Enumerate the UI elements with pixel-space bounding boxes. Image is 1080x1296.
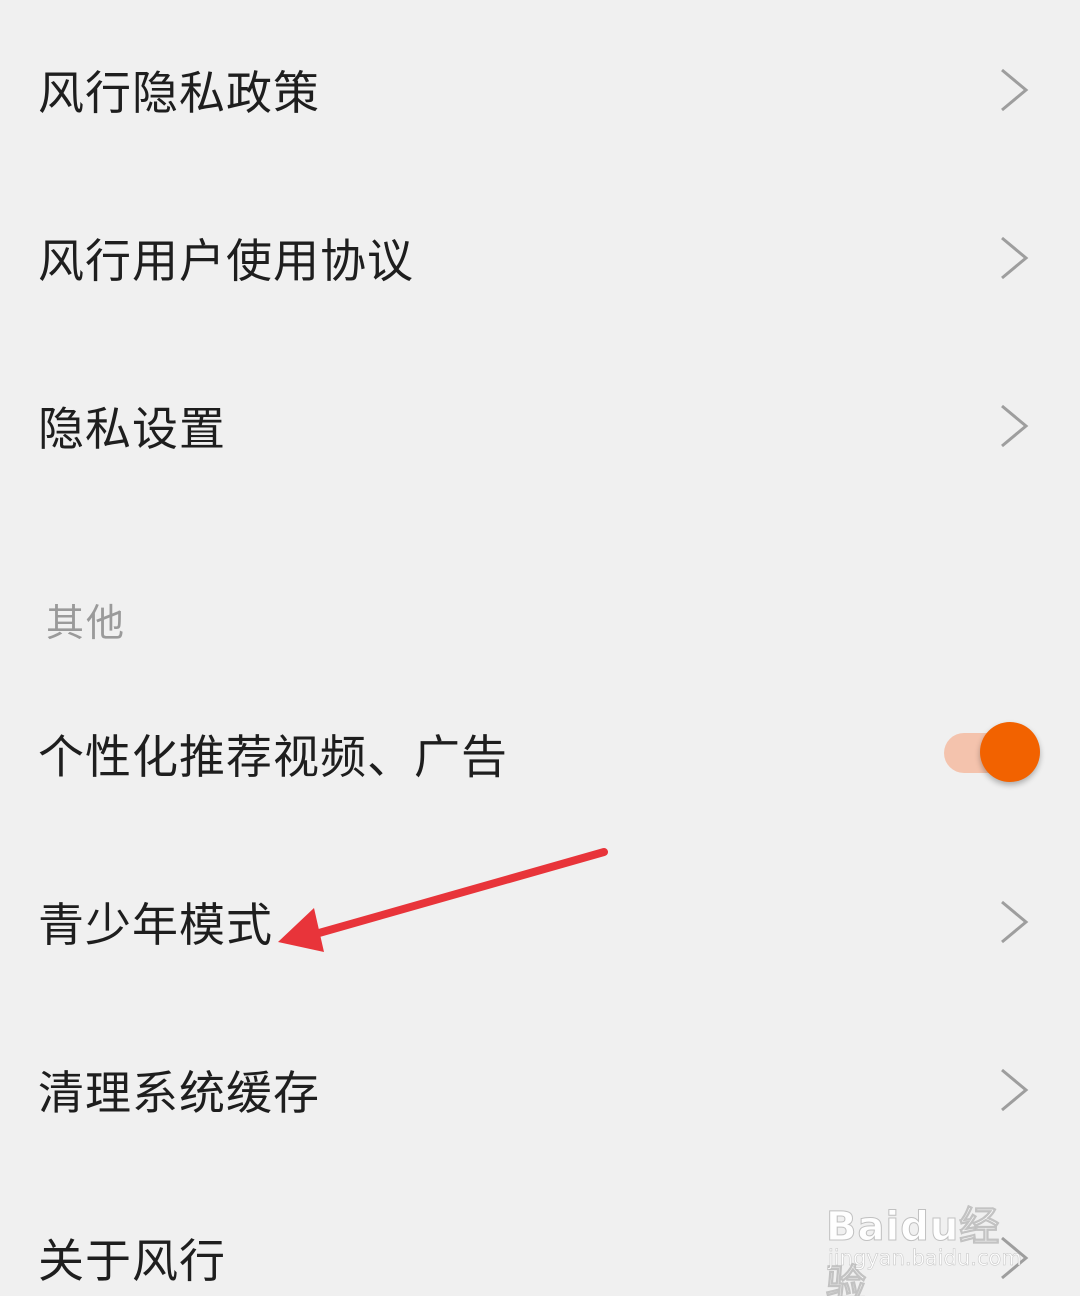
settings-item-label: 风行隐私政策 [38,66,320,120]
settings-item-personalized-recommendation: 个性化推荐视频、广告 [0,670,1080,838]
settings-item-about[interactable]: 关于风行 [0,1174,1080,1296]
chevron-right-icon [1001,1236,1029,1280]
settings-item-privacy-policy[interactable]: 风行隐私政策 [0,6,1080,174]
settings-item-user-agreement[interactable]: 风行用户使用协议 [0,174,1080,342]
settings-item-label: 青少年模式 [38,898,273,952]
chevron-right-icon [1001,404,1029,448]
settings-item-label: 风行用户使用协议 [38,234,414,288]
chevron-right-icon [1001,236,1029,280]
chevron-right-icon [1001,68,1029,112]
section-header-other: 其他 [46,601,127,645]
settings-item-label: 清理系统缓存 [38,1066,320,1120]
settings-item-label: 隐私设置 [38,402,226,456]
settings-item-privacy-settings[interactable]: 隐私设置 [0,342,1080,510]
settings-item-clear-cache[interactable]: 清理系统缓存 [0,1006,1080,1174]
settings-screen: 风行隐私政策 风行用户使用协议 隐私设置 其他 个性化推荐视频、广告 青少年模式… [0,0,1080,1296]
chevron-right-icon [1001,900,1029,944]
toggle-knob [980,722,1040,782]
chevron-right-icon [1001,1068,1029,1112]
settings-item-teen-mode[interactable]: 青少年模式 [0,838,1080,1006]
personalized-recommendation-toggle[interactable] [944,722,1040,782]
settings-item-label: 关于风行 [38,1234,226,1288]
settings-item-label: 个性化推荐视频、广告 [38,730,508,784]
